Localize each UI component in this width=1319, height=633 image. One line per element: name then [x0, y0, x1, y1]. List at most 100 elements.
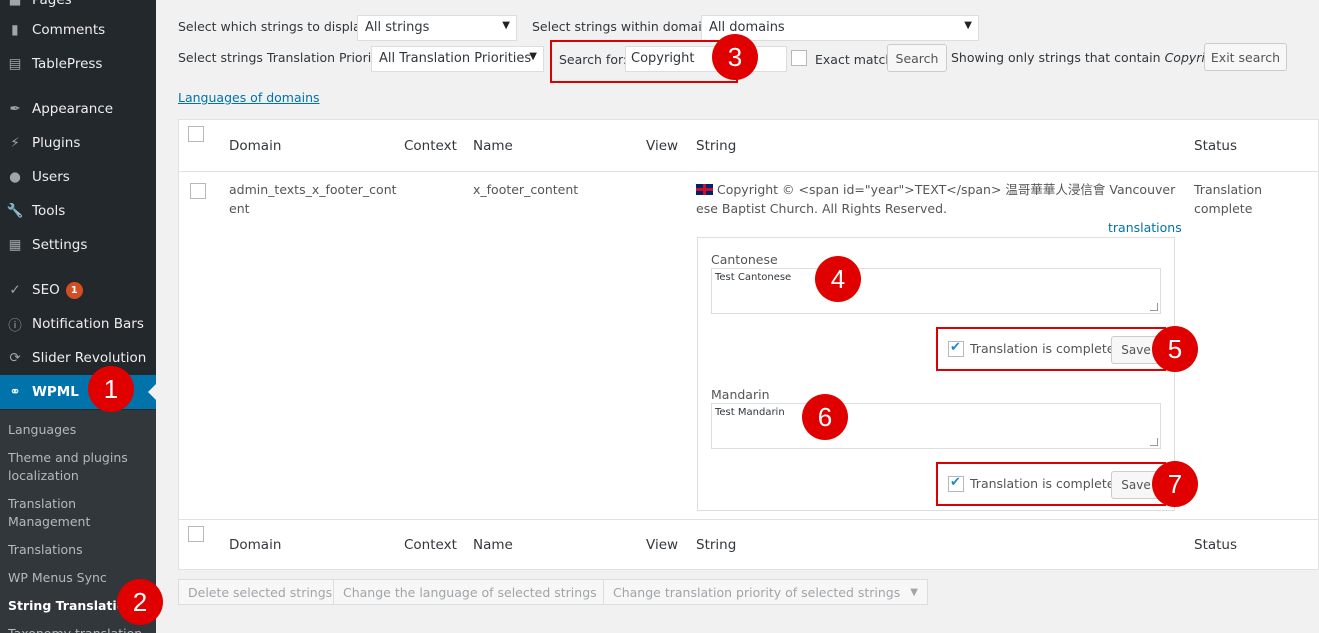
menu-item-label: Pages	[32, 0, 72, 8]
change-language-select[interactable]: Change the language of selected strings …	[333, 579, 625, 605]
users-icon: ●	[9, 169, 21, 185]
column-header-context[interactable]: Context	[404, 138, 457, 154]
appearance-icon: ✒	[9, 101, 21, 117]
submenu-translations[interactable]: Translations	[8, 541, 148, 559]
domain-filter-label: Select strings within domain:	[532, 19, 714, 34]
menu-item-label: WPML	[32, 384, 79, 400]
exit-search-button[interactable]: Exit search	[1204, 43, 1287, 71]
priority-filter-select[interactable]: All Translation Priorities ▼	[371, 46, 544, 72]
language-label-mandarin: Mandarin	[711, 387, 770, 402]
notification-badge: 1	[65, 281, 83, 299]
footer-column-context[interactable]: Context	[404, 537, 457, 553]
menu-item-slider-revolution[interactable]: ⟳ Slider Revolution	[0, 341, 156, 375]
footer-column-name[interactable]: Name	[473, 537, 513, 553]
submenu-theme-plugins-localization[interactable]: Theme and plugins localization	[8, 449, 148, 485]
search-status-text: Showing only strings that contain Copyri…	[951, 50, 1226, 65]
select-all-footer-checkbox[interactable]	[188, 526, 204, 542]
search-input[interactable]: Copyright	[625, 46, 787, 72]
row-select-checkbox[interactable]	[190, 183, 206, 199]
column-header-domain[interactable]: Domain	[229, 138, 281, 154]
callout-1: 1	[88, 366, 134, 412]
info-icon: ⓘ	[8, 318, 22, 334]
footer-divider	[179, 519, 1319, 520]
dropdown-arrow-icon: ▼	[529, 51, 537, 62]
callout-2: 2	[117, 579, 163, 625]
column-header-status[interactable]: Status	[1194, 138, 1237, 154]
footer-column-string[interactable]: String	[696, 537, 736, 553]
callout-7: 7	[1152, 461, 1198, 507]
cantonese-translation-text: Test Cantonese	[715, 272, 792, 283]
row-string: Copyright © <span id="year">TEXT</span> …	[696, 180, 1176, 218]
plugins-icon: ⚡	[10, 135, 20, 151]
search-input-value: Copyright	[631, 51, 695, 66]
mandarin-translation-text: Test Mandarin	[715, 407, 785, 418]
callout-3: 3	[712, 34, 758, 80]
row-domain-line2: ent	[229, 201, 250, 216]
column-header-string[interactable]: String	[696, 138, 736, 154]
dropdown-arrow-icon: ▼	[964, 20, 972, 31]
submenu-taxonomy-translation[interactable]: Taxonomy translation	[8, 625, 148, 633]
exact-match-label: Exact match	[815, 52, 894, 67]
change-language-label: Change the language of selected strings	[343, 584, 597, 600]
header-divider	[179, 171, 1319, 172]
callout-6: 6	[802, 394, 848, 440]
change-priority-select[interactable]: Change translation priority of selected …	[603, 579, 928, 605]
cantonese-complete-checkbox[interactable]	[948, 340, 964, 357]
display-filter-select[interactable]: All strings ▼	[357, 15, 517, 41]
seo-icon: ✓	[9, 282, 21, 298]
display-filter-value: All strings	[365, 20, 430, 35]
translations-link[interactable]: translations	[1108, 218, 1182, 237]
tablepress-icon: ▤	[8, 56, 22, 72]
mandarin-complete-checkbox[interactable]	[948, 475, 964, 492]
menu-item-label: Tools	[32, 203, 66, 219]
menu-item-notification-bars[interactable]: ⓘ Notification Bars	[0, 307, 156, 341]
menu-item-label: SEO	[32, 282, 60, 298]
delete-selected-button[interactable]: Delete selected strings	[178, 579, 343, 605]
languages-of-domains-link[interactable]: Languages of domains	[178, 90, 320, 105]
select-all-checkbox[interactable]	[188, 126, 204, 142]
language-label-cantonese: Cantonese	[711, 252, 778, 267]
footer-column-status[interactable]: Status	[1194, 537, 1237, 553]
menu-item-label: Settings	[32, 237, 88, 253]
menu-item-seo[interactable]: ✓ SEO 1	[0, 273, 156, 307]
menu-item-plugins[interactable]: ⚡ Plugins	[0, 126, 156, 160]
row-string-text1: Copyright © <span id="year">TEXT</span> …	[717, 182, 1176, 197]
callout-5: 5	[1152, 326, 1198, 372]
uk-flag-icon	[696, 184, 713, 195]
pages-icon: ■	[8, 0, 22, 8]
dropdown-arrow-icon: ▼	[502, 20, 510, 31]
strings-table: Domain Context Name View String Status a…	[178, 119, 1319, 570]
menu-item-tools[interactable]: 🔧 Tools	[0, 194, 156, 228]
submenu-languages[interactable]: Languages	[8, 421, 148, 439]
menu-item-users[interactable]: ● Users	[0, 160, 156, 194]
menu-item-label: Notification Bars	[32, 316, 144, 332]
search-button[interactable]: Search	[887, 44, 947, 72]
menu-item-appearance[interactable]: ✒ Appearance	[0, 92, 156, 126]
menu-item-tablepress[interactable]: ▤ TablePress	[0, 47, 156, 81]
dropdown-arrow-icon: ▼	[910, 586, 918, 598]
exact-match-checkbox[interactable]	[791, 50, 807, 66]
menu-item-comments[interactable]: ▮ Comments	[0, 13, 156, 47]
column-header-name[interactable]: Name	[473, 138, 513, 154]
tools-icon: 🔧	[6, 203, 24, 219]
delete-selected-label: Delete selected strings	[188, 584, 333, 600]
mandarin-translation-textarea[interactable]: Test Mandarin	[711, 403, 1161, 449]
row-name: x_footer_content	[473, 182, 579, 197]
submenu-translation-management[interactable]: Translation Management	[8, 495, 148, 531]
search-label: Search for:	[559, 52, 628, 67]
callout-4: 4	[815, 256, 861, 302]
search-status-prefix: Showing only strings that contain	[951, 50, 1161, 65]
translations-panel: Cantonese Test Cantonese Translation is …	[697, 237, 1175, 511]
priority-filter-label: Select strings Translation Priority:	[178, 50, 387, 65]
priority-filter-value: All Translation Priorities	[379, 51, 532, 66]
row-string-line2: ese Baptist Church. All Rights Reserved.	[696, 201, 948, 216]
row-status: Translation complete	[1194, 182, 1263, 216]
cantonese-translation-textarea[interactable]: Test Cantonese	[711, 268, 1161, 314]
domain-filter-value: All domains	[709, 20, 785, 35]
change-priority-label: Change translation priority of selected …	[613, 584, 901, 600]
row-string-line1: Copyright © <span id="year">TEXT</span> …	[696, 180, 1176, 199]
footer-column-domain[interactable]: Domain	[229, 537, 281, 553]
display-filter-label: Select which strings to display:	[178, 19, 372, 34]
menu-item-label: Users	[32, 169, 70, 185]
menu-item-settings[interactable]: ▦ Settings	[0, 228, 156, 262]
